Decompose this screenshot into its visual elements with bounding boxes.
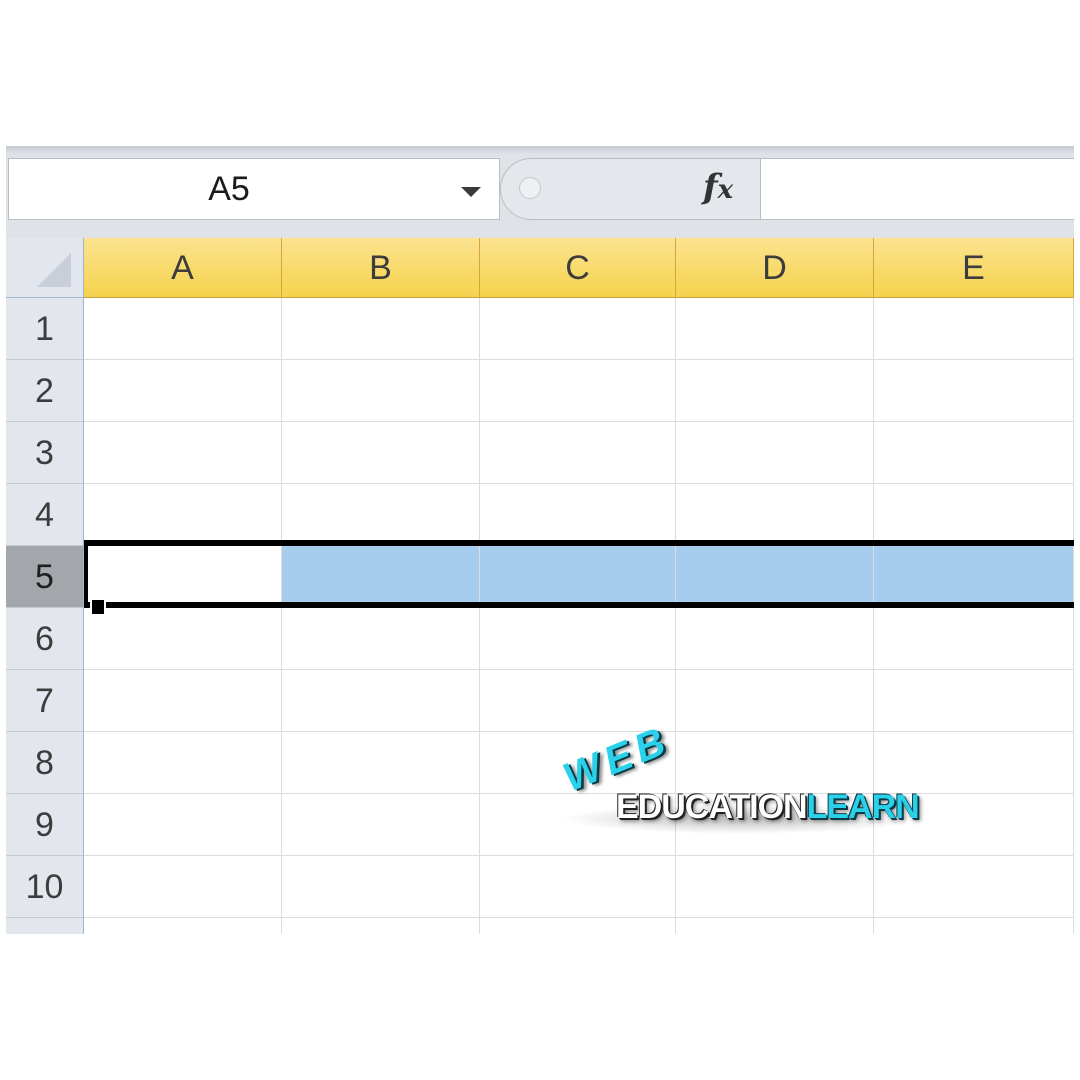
fill-handle[interactable] [90,598,106,616]
watermark-logo: WEB EDUCATIONLEARN [557,718,940,842]
name-box[interactable]: A5 [8,158,500,220]
cell-e1[interactable] [874,298,1074,360]
column-header-b[interactable]: B [282,238,480,298]
cell-d3[interactable] [676,422,874,484]
cell-b10[interactable] [282,856,480,918]
cell-d5[interactable] [676,546,874,608]
cell-e11[interactable] [874,918,1074,934]
cell-d7[interactable] [676,670,874,732]
row-header-3[interactable]: 3 [6,422,84,484]
cell-b1[interactable] [282,298,480,360]
cell-c11[interactable] [480,918,676,934]
cell-e6[interactable] [874,608,1074,670]
cell-a1[interactable] [84,298,282,360]
row-header-10[interactable]: 10 [6,856,84,918]
row-header-2[interactable]: 2 [6,360,84,422]
logo-main-text: EDUCATIONLEARN [616,788,920,827]
row-header-6[interactable]: 6 [6,608,84,670]
cell-d1[interactable] [676,298,874,360]
row-header-7[interactable]: 7 [6,670,84,732]
cell-c5[interactable] [480,546,676,608]
cell-a9[interactable] [84,794,282,856]
cell-e4[interactable] [874,484,1074,546]
cell-b11[interactable] [282,918,480,934]
cell-b5[interactable] [282,546,480,608]
cell-c4[interactable] [480,484,676,546]
cell-a8[interactable] [84,732,282,794]
cell-e7[interactable] [874,670,1074,732]
cell-c6[interactable] [480,608,676,670]
cell-c3[interactable] [480,422,676,484]
row-header-9[interactable]: 9 [6,794,84,856]
insert-function-icon[interactable]: fx [703,167,733,207]
cell-d6[interactable] [676,608,874,670]
select-all-triangle-icon [37,253,71,287]
logo-education-text: EDUCATION [616,788,808,826]
cell-a10[interactable] [84,856,282,918]
column-header-c[interactable]: C [480,238,676,298]
cell-b9[interactable] [282,794,480,856]
select-all-button[interactable] [6,238,84,298]
cell-a6[interactable] [84,608,282,670]
cell-e2[interactable] [874,360,1074,422]
cell-a2[interactable] [84,360,282,422]
selection-border-left [84,540,88,602]
row-header-5[interactable]: 5 [6,546,84,608]
logo-learn-text: LEARN [806,788,920,826]
cell-b3[interactable] [282,422,480,484]
cell-b4[interactable] [282,484,480,546]
resize-handle-icon[interactable] [519,177,541,199]
cell-c1[interactable] [480,298,676,360]
cell-d4[interactable] [676,484,874,546]
row-header-8[interactable]: 8 [6,732,84,794]
cell-e3[interactable] [874,422,1074,484]
name-box-value: A5 [208,170,250,208]
cell-c2[interactable] [480,360,676,422]
row-header-11[interactable] [6,918,84,934]
selection-border-bottom [84,602,1074,608]
cell-b2[interactable] [282,360,480,422]
formula-tools: fx [500,158,760,220]
cell-b6[interactable] [282,608,480,670]
cell-e10[interactable] [874,856,1074,918]
cell-a7[interactable] [84,670,282,732]
cell-a11[interactable] [84,918,282,934]
cell-d11[interactable] [676,918,874,934]
column-header-e[interactable]: E [874,238,1074,298]
cell-a5[interactable] [84,546,282,608]
formula-input[interactable] [760,158,1074,220]
cell-e5[interactable] [874,546,1074,608]
cell-c10[interactable] [480,856,676,918]
selection-border-top [84,540,1074,546]
cell-b8[interactable] [282,732,480,794]
row-header-4[interactable]: 4 [6,484,84,546]
chevron-down-icon[interactable] [461,187,481,197]
cell-d2[interactable] [676,360,874,422]
row-header-1[interactable]: 1 [6,298,84,360]
formula-bar: A5 fx [6,146,1074,238]
cell-a3[interactable] [84,422,282,484]
cell-d10[interactable] [676,856,874,918]
column-header-a[interactable]: A [84,238,282,298]
column-header-d[interactable]: D [676,238,874,298]
cell-a4[interactable] [84,484,282,546]
cell-b7[interactable] [282,670,480,732]
